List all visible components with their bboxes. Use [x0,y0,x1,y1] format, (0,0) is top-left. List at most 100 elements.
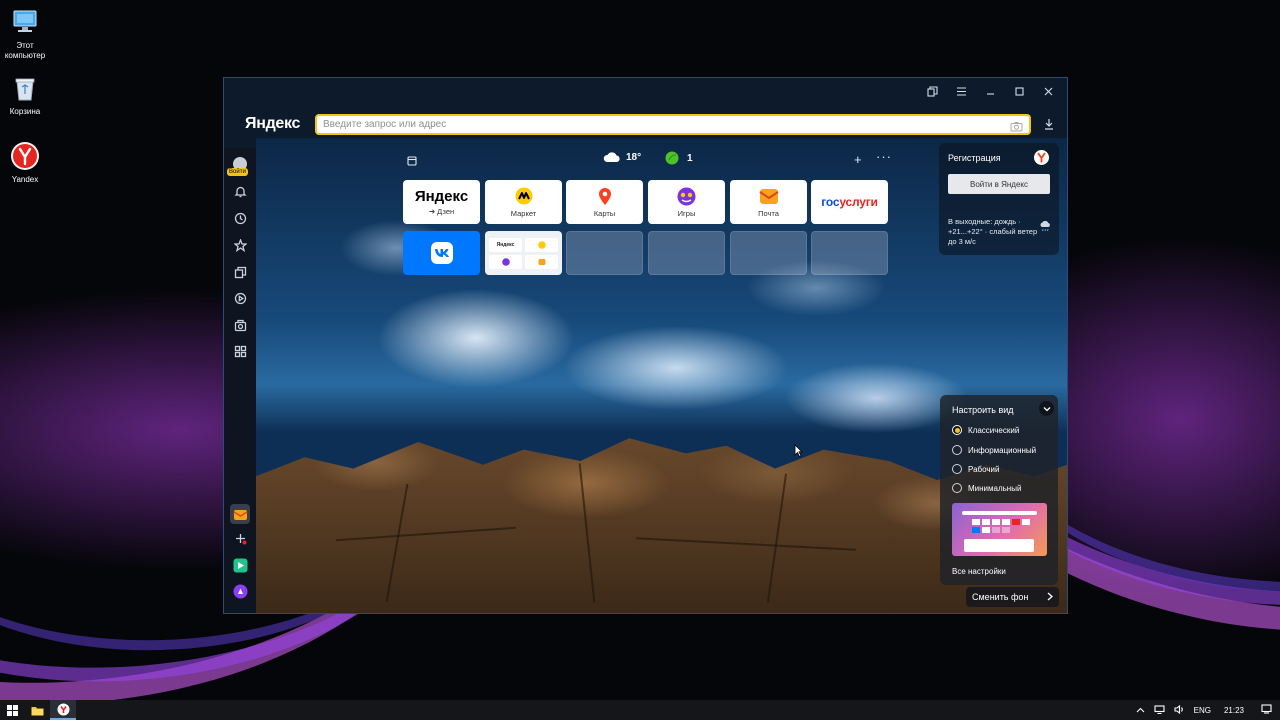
camera-search-icon[interactable] [1010,119,1023,137]
weather-temperature: 18° [626,151,642,163]
chevron-down-icon[interactable] [1039,401,1054,416]
windows-start-icon[interactable] [0,700,24,720]
yandex-browser-icon [9,140,41,172]
desktop-icon-label: Этот компьютер [4,41,46,60]
chevron-up-icon[interactable] [1136,706,1145,715]
tile-mail[interactable]: Почта [730,180,807,224]
alice-assistant-icon[interactable] [230,581,250,601]
tile-empty[interactable] [730,231,807,275]
clock[interactable]: 21:23 [1224,706,1244,715]
yandex-logo[interactable]: Яндекс [245,115,300,133]
volume-icon[interactable] [1174,704,1185,716]
history-icon[interactable] [230,208,250,228]
register-link[interactable]: Регистрация [948,153,1001,163]
account-panel: Регистрация Войти в Яндекс В выходные: д… [939,143,1059,255]
add-app-icon[interactable] [230,528,250,548]
market-icon [515,186,533,206]
yandex-id-icon[interactable] [1034,150,1049,165]
search-input[interactable] [323,119,1003,130]
view-option-label: Классический [968,425,1020,435]
weekend-forecast[interactable]: В выходные: дождь · +21...+22° · слабый … [948,217,1040,247]
tile-yandex[interactable]: Яндекс ➔ Дзен [403,180,480,224]
tile-label: Почта [758,209,779,218]
network-icon[interactable] [1154,704,1165,716]
language-indicator[interactable]: ENG [1194,706,1211,715]
video-play-icon[interactable] [230,288,250,308]
rain-cloud-icon [1039,219,1051,237]
cloud-icon [603,152,620,162]
login-button[interactable]: Войти в Яндекс [948,174,1050,194]
vk-icon [430,242,453,264]
mail-icon [758,186,779,206]
folder-mini-market [525,237,558,252]
desktop-icon-recycle-bin[interactable]: Корзина [2,72,48,117]
browser-sidebar: Войти [224,148,256,613]
radio-selected[interactable] [952,425,962,435]
notifications-icon[interactable] [230,181,250,201]
collections-icon[interactable] [230,262,250,282]
notifications-icon[interactable] [1261,704,1272,716]
tile-label: Игры [677,209,696,218]
view-option-work[interactable]: Рабочий [952,464,999,474]
yandex-logo-icon: Яндекс [414,187,469,205]
add-tile-icon[interactable]: + [854,152,862,167]
computer-icon [9,6,41,38]
view-option-label: Рабочий [968,464,1000,474]
customize-view-panel: Настроить вид Классический Информационны… [940,395,1058,585]
view-option-informational[interactable]: Информационный [952,445,1036,455]
title-bar [224,78,1067,104]
file-explorer-icon[interactable] [24,700,50,720]
view-option-label: Информационный [968,445,1037,455]
desktop-icon-yandex[interactable]: Yandex [2,140,48,185]
tile-label: ➔ Дзен [428,206,455,216]
radio[interactable] [952,445,962,455]
recent-tabs-icon[interactable] [407,153,417,171]
mail-app-icon[interactable] [230,504,250,524]
screenshot-icon[interactable] [230,315,250,335]
tile-empty[interactable] [566,231,643,275]
tile-vk[interactable] [403,231,480,275]
view-option-minimal[interactable]: Минимальный [952,483,1021,493]
tile-empty[interactable] [648,231,725,275]
tile-games[interactable]: Игры [648,180,725,224]
maps-icon [597,186,613,206]
view-option-label: Минимальный [968,483,1022,493]
neuro-count: 1 [687,152,693,164]
menu-icon[interactable] [947,79,976,103]
folder-mini-yandex: Яндекс [489,237,522,252]
tile-folder[interactable]: Яндекс [485,231,562,275]
change-background-label: Сменить фон [972,592,1029,602]
ntp-top-bar: 18° 1 + ··· [403,149,893,171]
customize-title: Настроить вид [952,405,1014,415]
change-background-button[interactable]: Сменить фон [966,587,1059,607]
view-option-classic[interactable]: Классический [952,425,1019,435]
radio[interactable] [952,483,962,493]
tabs-icon[interactable] [918,79,947,103]
address-row: Яндекс [224,112,1067,136]
tile-empty[interactable] [811,231,888,275]
close-icon[interactable] [1034,79,1063,103]
neuro-widget[interactable]: 1 [665,151,693,165]
maximize-icon[interactable] [1005,79,1034,103]
minimize-icon[interactable] [976,79,1005,103]
weather-widget[interactable]: 18° [603,151,641,163]
mouse-cursor-icon [794,444,803,462]
taskbar-yandex-browser-icon[interactable] [50,700,76,720]
tile-gosuslugi[interactable]: госуслуги [811,180,888,224]
taskbar: ENG 21:23 [0,700,1280,720]
login-badge[interactable]: Войти [227,168,248,176]
view-preview-image [952,503,1047,556]
omnibox[interactable] [315,114,1031,135]
tile-maps[interactable]: Карты [566,180,643,224]
apps-grid-icon[interactable] [230,341,250,361]
bookmarks-star-icon[interactable] [230,235,250,255]
download-icon[interactable] [1043,117,1055,135]
all-settings-link[interactable]: Все настройки [952,567,1006,576]
recycle-bin-icon [9,72,41,104]
music-app-icon[interactable] [230,555,250,575]
radio[interactable] [952,464,962,474]
more-options-icon[interactable]: ··· [876,149,892,164]
chevron-right-icon [1047,592,1053,603]
desktop-icon-this-pc[interactable]: Этот компьютер [2,6,48,61]
tile-market[interactable]: Маркет [485,180,562,224]
